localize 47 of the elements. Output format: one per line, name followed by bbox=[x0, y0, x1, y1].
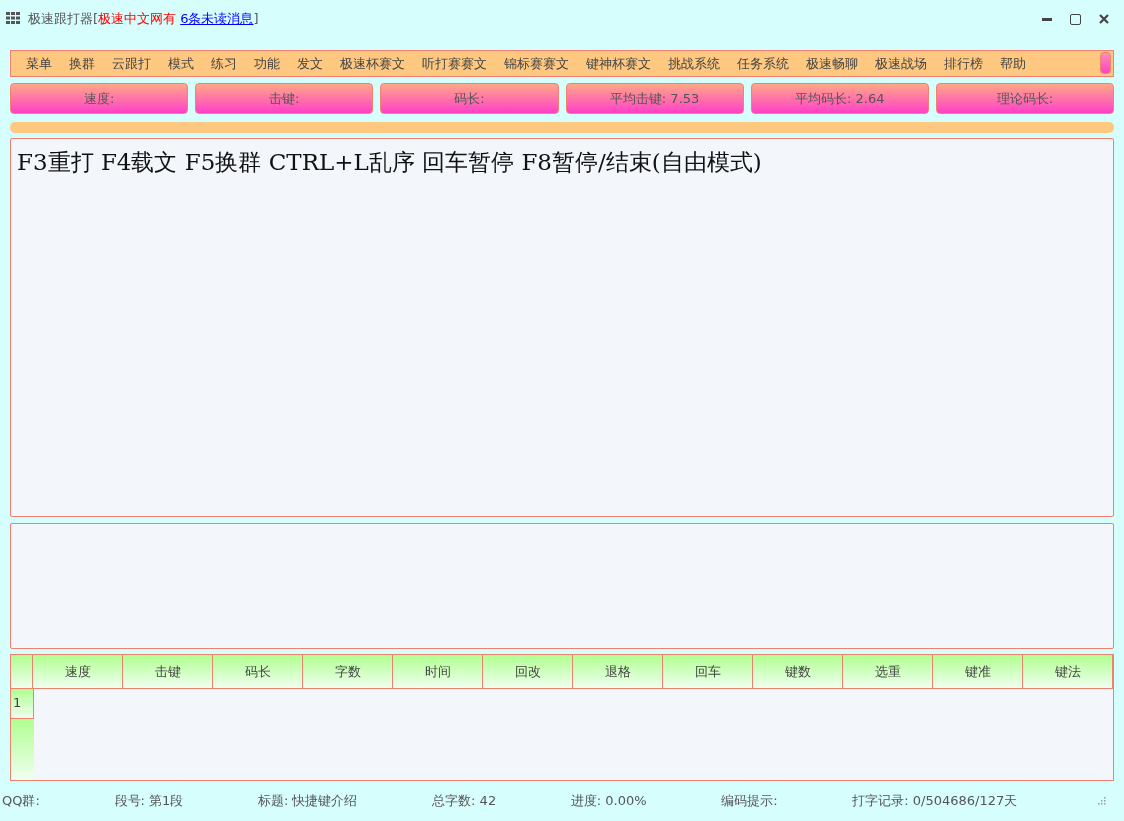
status-text: 总字数: 42 bbox=[432, 792, 497, 811]
menu-item[interactable]: 云跟打 bbox=[103, 53, 159, 74]
typing-input-field[interactable] bbox=[10, 523, 1114, 650]
column-header: 退格 bbox=[573, 655, 663, 690]
status-text: QQ群: bbox=[2, 792, 40, 811]
resize-grip-icon[interactable] bbox=[1097, 797, 1106, 806]
column-header: 键法 bbox=[1023, 655, 1113, 690]
maximize-icon bbox=[1070, 13, 1081, 25]
row-header-strip bbox=[11, 719, 34, 781]
row-header: 1 bbox=[11, 689, 34, 720]
menu-item[interactable]: 任务系统 bbox=[728, 53, 797, 74]
menu-item[interactable]: 帮助 bbox=[991, 53, 1034, 74]
menu-item[interactable]: 键神杯赛文 bbox=[577, 53, 659, 74]
status-text: 标题: 快捷键介绍 bbox=[257, 792, 358, 811]
unread-messages-link[interactable]: 6条未读消息 bbox=[180, 10, 254, 26]
menu-item[interactable]: 换群 bbox=[60, 53, 103, 74]
status-text: 段号: 第1段 bbox=[114, 792, 184, 811]
menu-item[interactable]: 菜单 bbox=[17, 53, 60, 74]
shortcut-text: F3重打 F4载文 F5换群 CTRL+L乱序 回车暂停 F8暂停/结束(自由模式) bbox=[17, 148, 762, 175]
menu-item[interactable]: 极速畅聊 bbox=[797, 53, 866, 74]
menu-item[interactable]: 发文 bbox=[288, 53, 331, 74]
column-header: 速度 bbox=[33, 655, 123, 690]
window-title: 极速跟打器[极速中文网有 6条未读消息] bbox=[28, 9, 259, 28]
grid-icon bbox=[6, 12, 20, 25]
menu-item[interactable]: 练习 bbox=[202, 53, 245, 74]
menu-item[interactable]: 极速杯赛文 bbox=[331, 53, 413, 74]
menu-item[interactable]: 极速战场 bbox=[866, 53, 935, 74]
column-header: 回车 bbox=[663, 655, 753, 690]
menu-item[interactable]: 挑战系统 bbox=[659, 53, 728, 74]
column-header: 击键 bbox=[123, 655, 213, 690]
status-text: 编码提示: bbox=[721, 792, 778, 811]
column-header: 键数 bbox=[753, 655, 843, 690]
column-header: 字数 bbox=[303, 655, 393, 690]
column-header: 选重 bbox=[843, 655, 933, 690]
column-header: 键准 bbox=[933, 655, 1023, 690]
status-text: 进度: 0.00% bbox=[570, 792, 647, 811]
menu-item[interactable]: 模式 bbox=[159, 53, 202, 74]
column-header: 时间 bbox=[393, 655, 483, 690]
menu-item[interactable]: 锦标赛赛文 bbox=[495, 53, 577, 74]
status-text: 打字记录: 0/504686/127天 bbox=[852, 792, 1018, 811]
column-header: 回改 bbox=[483, 655, 573, 690]
scroll-thumb[interactable] bbox=[1100, 52, 1111, 75]
menu-item[interactable]: 排行榜 bbox=[935, 53, 991, 74]
menu-item[interactable]: 功能 bbox=[245, 53, 288, 74]
close-icon bbox=[1099, 14, 1109, 25]
menu-item[interactable]: 听打赛赛文 bbox=[413, 53, 495, 74]
column-header: 码长 bbox=[213, 655, 303, 690]
